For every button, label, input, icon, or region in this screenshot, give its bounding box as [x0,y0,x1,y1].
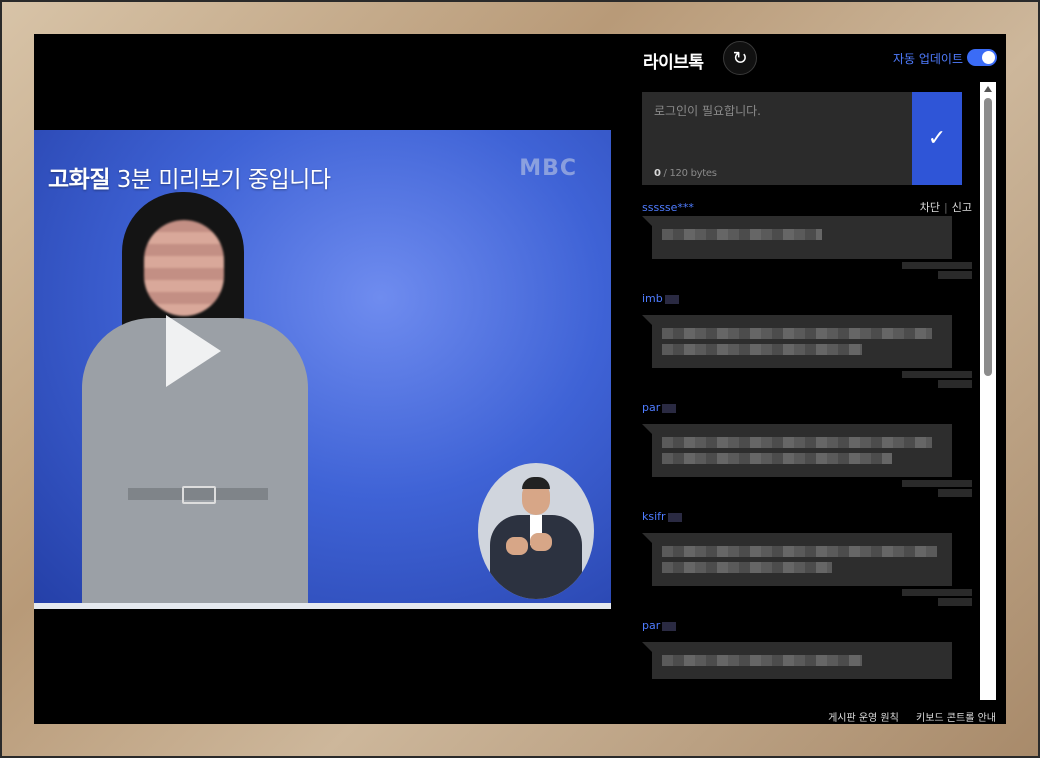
refresh-icon: ↻ [732,47,748,69]
auto-update-toggle[interactable] [967,49,997,66]
comment-meta-blurred [642,259,972,281]
comment-username[interactable]: par [642,618,972,634]
video-area[interactable]: 고화질 3분 미리보기 중입니다 MBC [34,130,611,609]
byte-counter: 0 / 120 bytes [654,168,717,179]
live-player: 고화질 3분 미리보기 중입니다 MBC 라이브톡 ↻ 자동 업데이트 로그인이… [34,34,1006,724]
comment-meta-blurred [642,477,972,499]
play-icon[interactable] [166,315,221,387]
scroll-thumb[interactable] [984,98,992,376]
check-icon: ✓ [927,126,947,151]
board-rules-link[interactable]: 게시판 운영 원칙 [828,713,899,724]
live-talk-title: 라이브톡 [643,53,704,73]
comment-list: ssssse*** 차단 | 신고 imb par ksifr par [642,200,972,700]
refresh-button[interactable]: ↻ [723,41,757,75]
list-item: par [642,618,972,679]
list-item: par [642,400,972,499]
comment-actions: 차단 | 신고 [919,201,972,214]
auto-update-label: 자동 업데이트 [892,52,963,66]
footer-links: 게시판 운영 원칙 키보드 콘트롤 안내 [814,709,996,724]
news-anchor [82,190,312,609]
sign-language-interpreter [478,463,594,599]
comment-bubble [642,533,952,586]
comment-bubble [642,642,952,679]
live-talk-header: 라이브톡 ↻ 자동 업데이트 [643,40,997,76]
comment-username[interactable]: par [642,400,972,416]
comment-meta-blurred [642,368,972,390]
block-button[interactable]: 차단 [920,201,940,214]
report-button[interactable]: 신고 [952,201,972,214]
comment-username[interactable]: imb [642,291,972,307]
comment-input[interactable]: 로그인이 필요합니다. 0 / 120 bytes [642,92,912,185]
comment-username[interactable]: ksifr [642,509,972,525]
list-item: ksifr [642,509,972,608]
comment-scrollbar[interactable] [980,82,996,700]
comment-bubble [642,424,952,477]
comment-bubble [642,315,952,368]
list-item: imb [642,291,972,390]
submit-button[interactable]: ✓ [912,92,962,185]
keyboard-guide-link[interactable]: 키보드 콘트롤 안내 [916,713,996,724]
list-item: ssssse*** 차단 | 신고 [642,200,972,281]
comment-meta-blurred [642,586,972,608]
comment-bubble [642,216,952,259]
comment-placeholder: 로그인이 필요합니다. [654,104,761,118]
toggle-knob [982,51,995,64]
preview-notice: 고화질 3분 미리보기 중입니다 [48,167,331,193]
broadcaster-logo: MBC [519,156,577,181]
blurred-face [144,220,224,316]
scroll-up-icon[interactable] [984,86,992,92]
